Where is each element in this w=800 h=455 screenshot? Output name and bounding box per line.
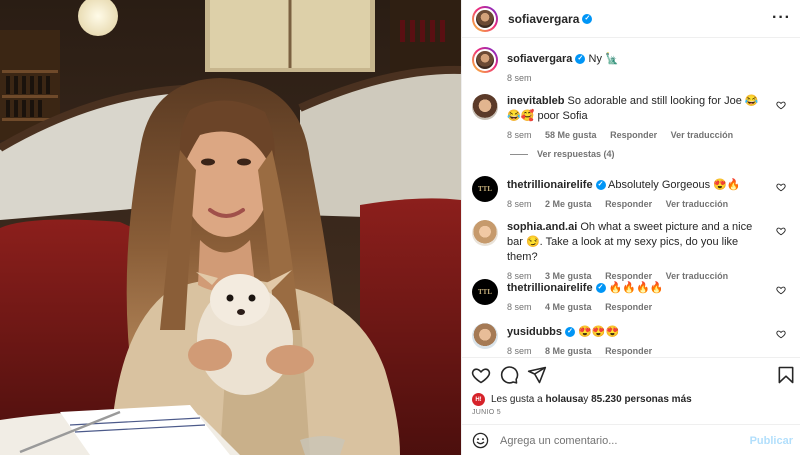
commenter-avatar[interactable]: TTL	[472, 176, 498, 202]
comment-time: 8 sem	[507, 346, 532, 356]
likes-summary[interactable]: H! Les gusta a holausa y 85.230 personas…	[472, 393, 692, 406]
comment-like-heart-icon[interactable]	[776, 182, 786, 192]
post-image	[0, 0, 461, 455]
smile-icon[interactable]	[472, 432, 489, 449]
comment-composer: Publicar	[462, 424, 800, 455]
commenter-avatar[interactable]	[472, 323, 498, 349]
comment-item: TTL thetrillionairelife ✓ Absolutely Gorg…	[472, 176, 792, 216]
liker-avatar: H!	[472, 393, 485, 406]
reply-button[interactable]: Responder	[605, 199, 652, 209]
reply-button[interactable]: Responder	[605, 346, 652, 356]
verified-badge-icon: ✓	[595, 283, 606, 294]
author-avatar[interactable]	[472, 47, 498, 73]
post-side-panel: sofiavergara ✓ ··· sofiavergara ✓ Ny 🗽 8 …	[461, 0, 800, 455]
verified-badge-icon: ✓	[582, 13, 593, 24]
comment-like-heart-icon[interactable]	[776, 100, 786, 110]
comment-item: inevitableb So adorable and still lookin…	[472, 94, 792, 156]
comment-text: Absolutely Gorgeous 😍🔥	[608, 179, 741, 191]
comment-likes[interactable]: 4 Me gusta	[545, 302, 592, 312]
likes-joiner: y	[583, 394, 589, 405]
comment-username[interactable]: inevitableb	[507, 95, 564, 107]
publish-button[interactable]: Publicar	[750, 435, 793, 447]
comment-time: 8 sem	[507, 130, 532, 140]
verified-badge-icon: ✓	[575, 54, 586, 65]
comment-username[interactable]: yusidubbs	[507, 326, 562, 338]
post-date: JUNIO 5	[472, 409, 501, 416]
view-replies-button[interactable]: Ver respuestas (4)	[510, 149, 615, 159]
comment-likes[interactable]: 2 Me gusta	[545, 199, 592, 209]
comment-item: yusidubbs ✓ 😍😍😍 8 sem 8 Me gusta Responde…	[472, 323, 792, 357]
paper-plane-icon[interactable]	[527, 365, 547, 385]
comment-username[interactable]: sophia.and.ai	[507, 221, 577, 233]
commenter-avatar[interactable]: TTL	[472, 279, 498, 305]
comment-item: sophia.and.ai Oh what a sweet picture an…	[472, 220, 792, 281]
post-header: sofiavergara ✓ ···	[462, 0, 800, 38]
more-options-icon[interactable]: ···	[772, 10, 791, 26]
likes-count[interactable]: 85.230 personas más	[591, 394, 692, 405]
comment-text: 🔥🔥🔥🔥	[608, 282, 664, 294]
liker-username[interactable]: holausa	[546, 394, 584, 405]
caption-time: 8 sem	[507, 73, 532, 83]
comment-like-heart-icon[interactable]	[776, 226, 786, 236]
view-replies-label: Ver respuestas (4)	[537, 149, 615, 159]
reply-button[interactable]: Responder	[605, 302, 652, 312]
comment-input[interactable]	[500, 432, 740, 450]
comment-item: TTL thetrillionairelife ✓ 🔥🔥🔥🔥 8 sem 4 Me…	[472, 279, 792, 319]
post-photo[interactable]	[0, 0, 461, 455]
likes-prefix: Les gusta a	[491, 394, 543, 405]
comment-text: 😍😍😍	[578, 326, 620, 338]
comment-username[interactable]: thetrillionairelife	[507, 179, 593, 191]
commenter-avatar[interactable]	[472, 220, 498, 246]
verified-badge-icon: ✓	[565, 327, 576, 338]
comment-like-heart-icon[interactable]	[776, 329, 786, 339]
author-avatar[interactable]	[472, 5, 498, 32]
comment-likes[interactable]: 58 Me gusta	[545, 130, 597, 140]
comment-icon[interactable]	[499, 365, 519, 385]
post-caption: sofiavergara ✓ Ny 🗽 8 sem	[472, 47, 792, 87]
reply-button[interactable]: Responder	[610, 130, 657, 140]
comment-time: 8 sem	[507, 199, 532, 209]
translate-button[interactable]: Ver traducción	[671, 130, 734, 140]
verified-badge-icon: ✓	[595, 180, 606, 191]
post-actions: H! Les gusta a holausa y 85.230 personas…	[462, 357, 800, 423]
comment-username[interactable]: thetrillionairelife	[507, 282, 593, 294]
caption-username[interactable]: sofiavergara	[507, 53, 572, 65]
comment-time: 8 sem	[507, 302, 532, 312]
author-username[interactable]: sofiavergara	[508, 12, 579, 26]
translate-button[interactable]: Ver traducción	[666, 199, 729, 209]
replies-line	[510, 153, 528, 155]
comment-like-heart-icon[interactable]	[776, 285, 786, 295]
comments-list[interactable]: sofiavergara ✓ Ny 🗽 8 sem inevitableb So …	[462, 39, 800, 357]
caption-text: Ny 🗽	[588, 53, 619, 65]
heart-icon[interactable]	[471, 365, 491, 385]
commenter-avatar[interactable]	[472, 94, 498, 120]
comment-likes[interactable]: 8 Me gusta	[545, 346, 592, 356]
bookmark-icon[interactable]	[776, 365, 796, 385]
